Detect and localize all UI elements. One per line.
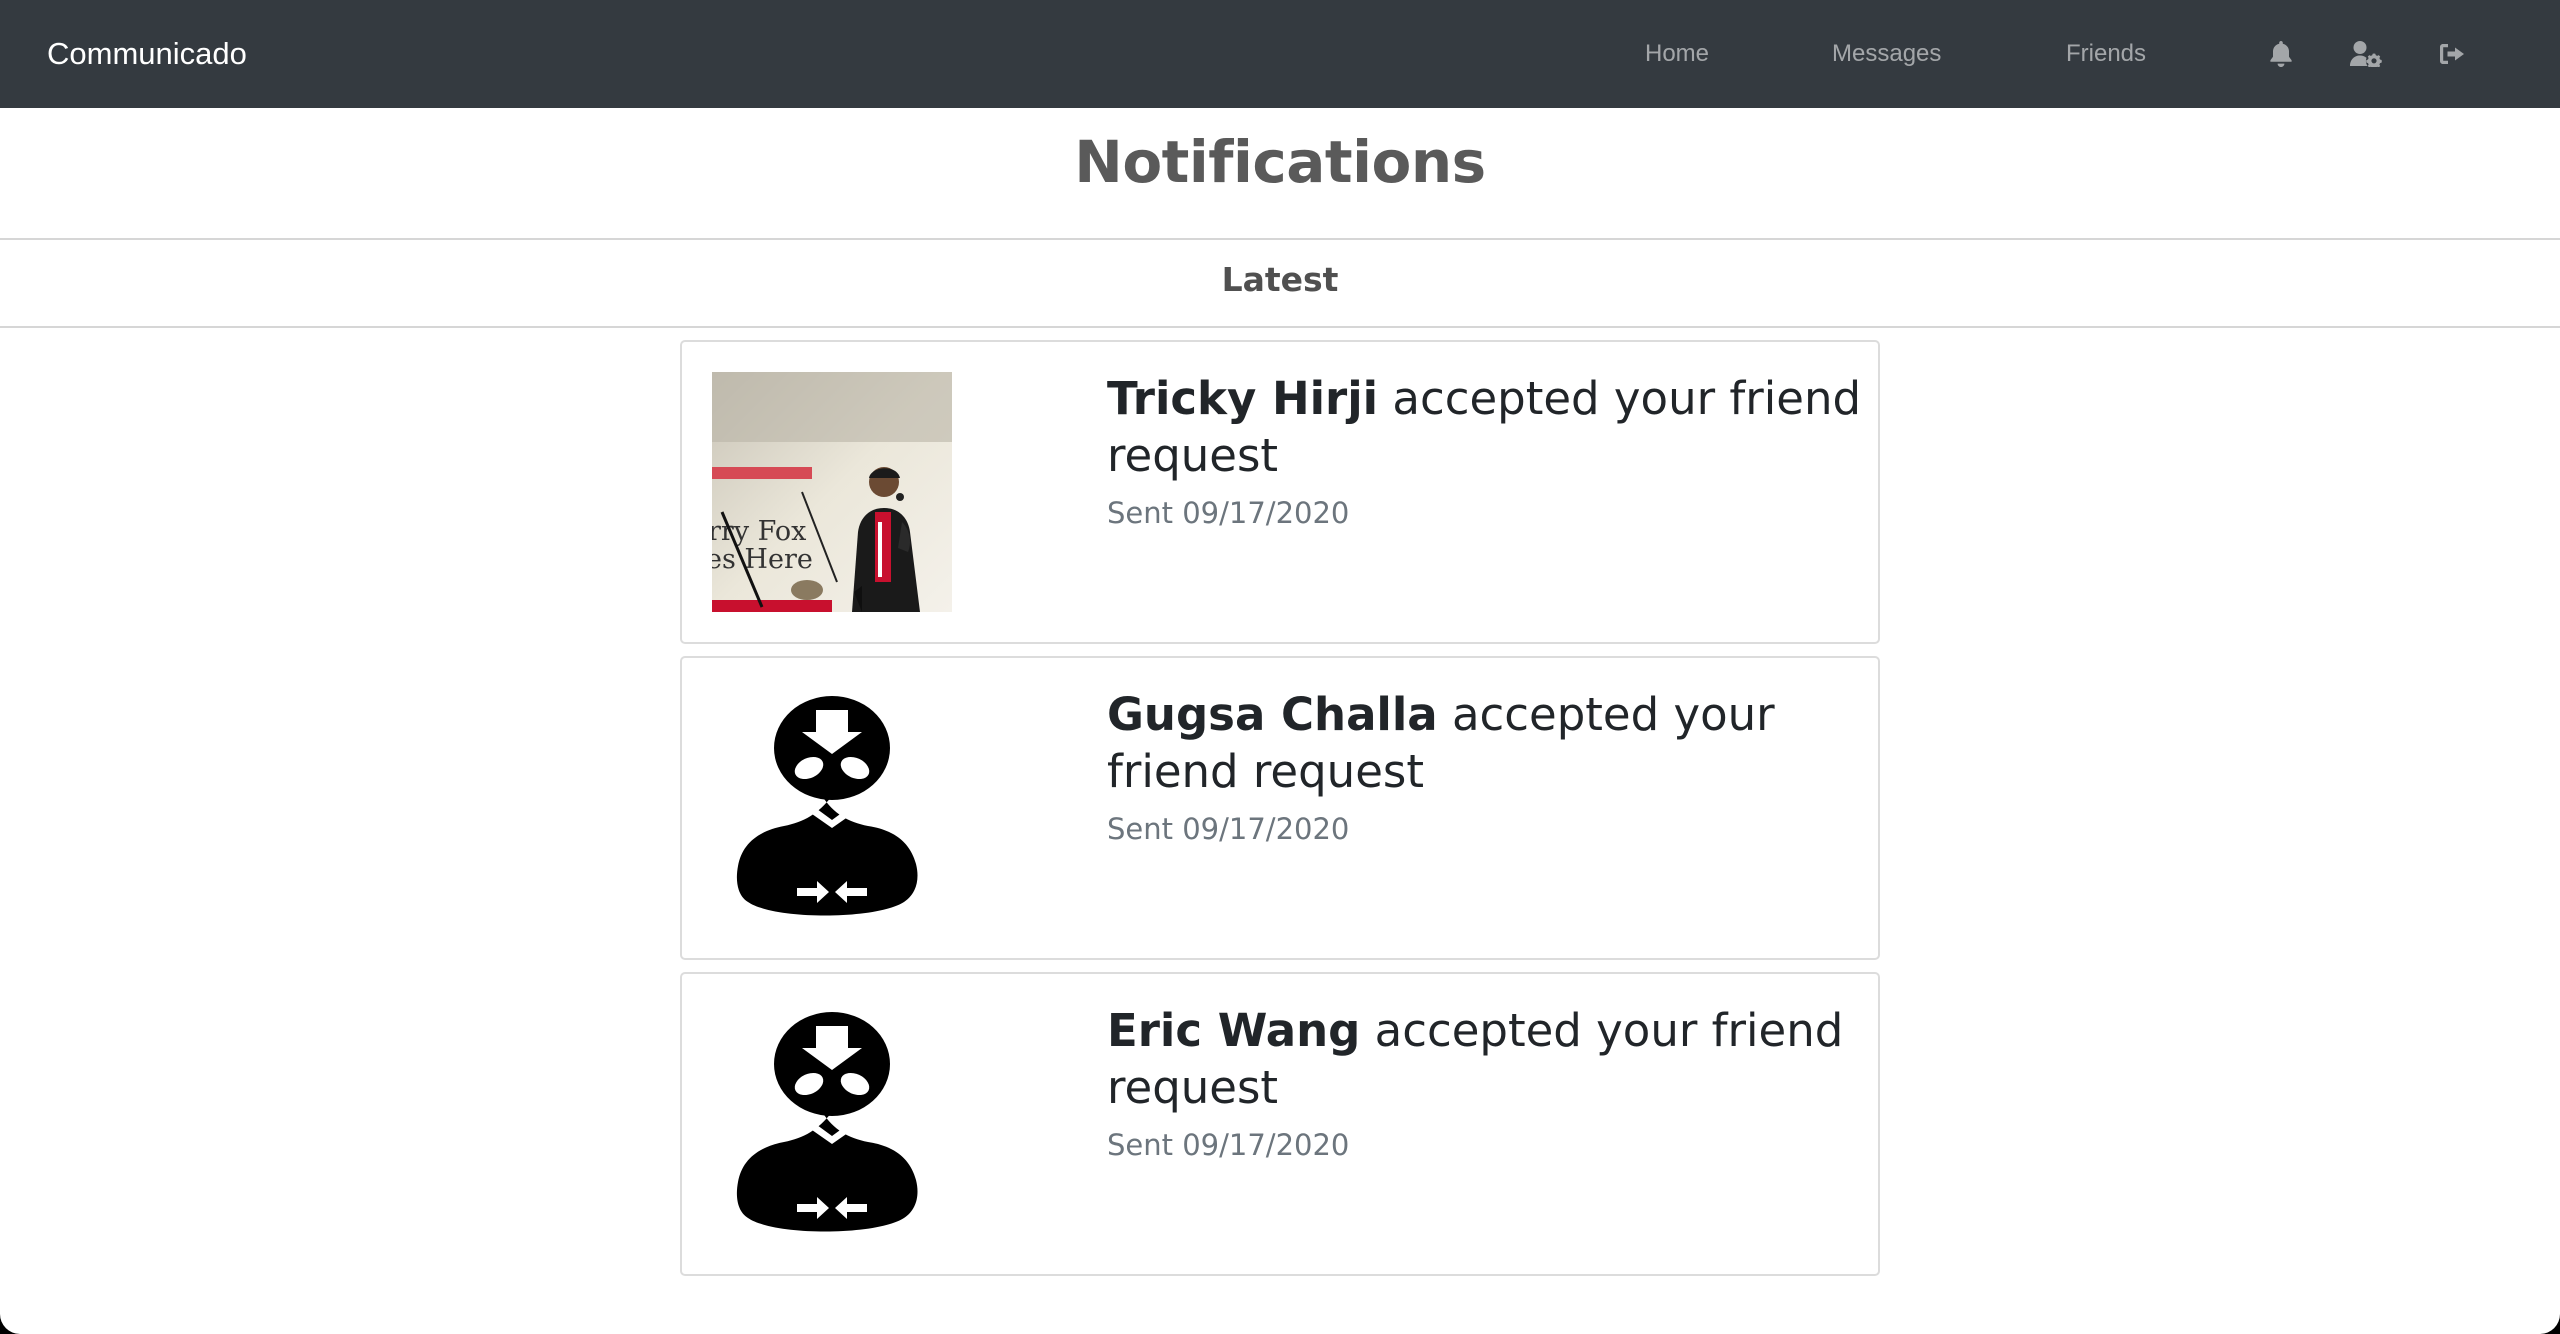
user-settings-icon[interactable] [2350, 38, 2382, 70]
notification-card[interactable]: rry Fox es Here Tricky Hirji accepted yo… [680, 340, 1880, 644]
sign-out-icon[interactable] [2436, 38, 2468, 70]
nav-link-friends[interactable]: Friends [2066, 0, 2146, 108]
notification-body: Gugsa Challa accepted your friend reques… [1107, 686, 1867, 846]
friend-name[interactable]: Gugsa Challa [1107, 688, 1438, 741]
notification-date: Sent 09/17/2020 [1107, 812, 1350, 846]
notification-date: Sent 09/17/2020 [1107, 1128, 1350, 1162]
nav-link-messages[interactable]: Messages [1832, 0, 1941, 108]
notification-body: Tricky Hirji accepted your friend reques… [1107, 370, 1867, 530]
header-divider [0, 238, 2560, 240]
navbar: Communicado Home Messages Friends [0, 0, 2560, 108]
section-title: Latest [1221, 260, 1339, 299]
default-avatar-icon [712, 1004, 952, 1244]
svg-text:es Here: es Here [712, 544, 813, 575]
notification-card[interactable]: Gugsa Challa accepted your friend reques… [680, 656, 1880, 960]
friend-name[interactable]: Eric Wang [1107, 1004, 1360, 1057]
notification-text: Tricky Hirji accepted your friend reques… [1107, 370, 1867, 484]
default-avatar-icon [712, 688, 952, 928]
bell-icon[interactable] [2265, 38, 2297, 70]
page: Communicado Home Messages Friends Notifi… [0, 0, 2560, 1334]
notification-text: Gugsa Challa accepted your friend reques… [1107, 686, 1867, 800]
friend-name[interactable]: Tricky Hirji [1107, 372, 1378, 425]
avatar-photo: rry Fox es Here [712, 372, 952, 612]
notification-text: Eric Wang accepted your friend request [1107, 1002, 1867, 1116]
brand-logo[interactable]: Communicado [47, 0, 247, 108]
notification-body: Eric Wang accepted your friend request S… [1107, 1002, 1867, 1162]
page-title: Notifications [1074, 128, 1486, 196]
section-divider [0, 326, 2560, 328]
nav-link-home[interactable]: Home [1645, 0, 1709, 108]
notification-card[interactable]: Eric Wang accepted your friend request S… [680, 972, 1880, 1276]
notification-date: Sent 09/17/2020 [1107, 496, 1350, 530]
